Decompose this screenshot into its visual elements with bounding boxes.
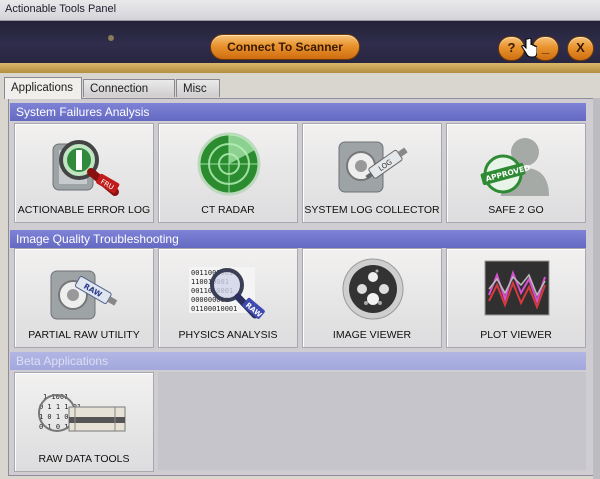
syringe-log-icon: LOG: [338, 141, 408, 193]
window-title-bar: Actionable Tools Panel: [0, 0, 600, 21]
section-header-system-failures: System Failures Analysis: [10, 103, 586, 121]
tool-label: CT RADAR: [201, 204, 255, 216]
radar-icon: [197, 132, 261, 196]
plot-icon: [484, 260, 550, 316]
tool-label: PLOT VIEWER: [480, 329, 552, 341]
beta-empty-area: [158, 372, 586, 470]
tool-label: PHYSICS ANALYSIS: [178, 329, 278, 341]
tab-misc[interactable]: Misc: [176, 79, 220, 97]
tool-label: IMAGE VIEWER: [332, 329, 412, 341]
tool-label: RAW DATA TOOLS: [38, 453, 130, 465]
section-header-beta-applications: Beta Applications: [10, 352, 586, 370]
header-gold-stripe: [0, 63, 600, 73]
tool-label: SYSTEM LOG COLLECTOR: [304, 204, 440, 216]
tool-raw-data-tools[interactable]: 1 1001 0 1 1 1 01 1 0 1 0 0 1 0 1 RAW DA…: [14, 372, 154, 472]
tool-label: SAFE 2 GO: [488, 204, 544, 216]
binary-magnifier-icon: 0011001001 110010001 0011010001 00000000…: [189, 267, 265, 319]
tool-actionable-error-log[interactable]: FRU ACTIONABLE ERROR LOG: [14, 123, 154, 223]
syringe-raw-icon: RAW: [50, 270, 118, 320]
tool-partial-raw-utility[interactable]: RAW PARTIAL RAW UTILITY: [14, 248, 154, 348]
tool-image-viewer[interactable]: IMAGE VIEWER: [302, 248, 442, 348]
tool-plot-viewer[interactable]: PLOT VIEWER: [446, 248, 586, 348]
header-bar: Connect To Scanner ? _ X: [0, 21, 600, 73]
section-header-image-quality: Image Quality Troubleshooting: [10, 230, 586, 248]
tool-system-log-collector[interactable]: LOG SYSTEM LOG COLLECTOR: [302, 123, 442, 223]
window-right-edge: [593, 98, 600, 479]
tool-physics-analysis[interactable]: 0011001001 110010001 0011010001 00000000…: [158, 248, 298, 348]
header-indicator-dot: [108, 35, 114, 41]
approved-stamp-icon: APPROVED: [480, 138, 549, 196]
tool-ct-radar[interactable]: CT RADAR: [158, 123, 298, 223]
magnifier-fru-icon: FRU: [52, 140, 120, 196]
hand-cursor-icon: [521, 38, 537, 58]
close-button[interactable]: X: [567, 36, 594, 61]
raw-data-icon: 1 1001 0 1 1 1 01 1 0 1 0 0 1 0 1: [38, 393, 126, 432]
phantom-image-icon: [342, 258, 404, 320]
tab-connection-info[interactable]: Connection Info: [83, 79, 175, 113]
tool-label: ACTIONABLE ERROR LOG: [17, 204, 151, 216]
tool-label: PARTIAL RAW UTILITY: [28, 329, 140, 341]
connect-to-scanner-button[interactable]: Connect To Scanner: [210, 34, 360, 60]
tool-safe-2-go[interactable]: APPROVED SAFE 2 GO: [446, 123, 586, 223]
binary-line-5: 01100010001: [191, 305, 237, 313]
tab-applications[interactable]: Applications: [4, 77, 82, 99]
window-title: Actionable Tools Panel: [5, 3, 117, 15]
rawdata-line-3: 1 0 1 0: [39, 413, 69, 421]
